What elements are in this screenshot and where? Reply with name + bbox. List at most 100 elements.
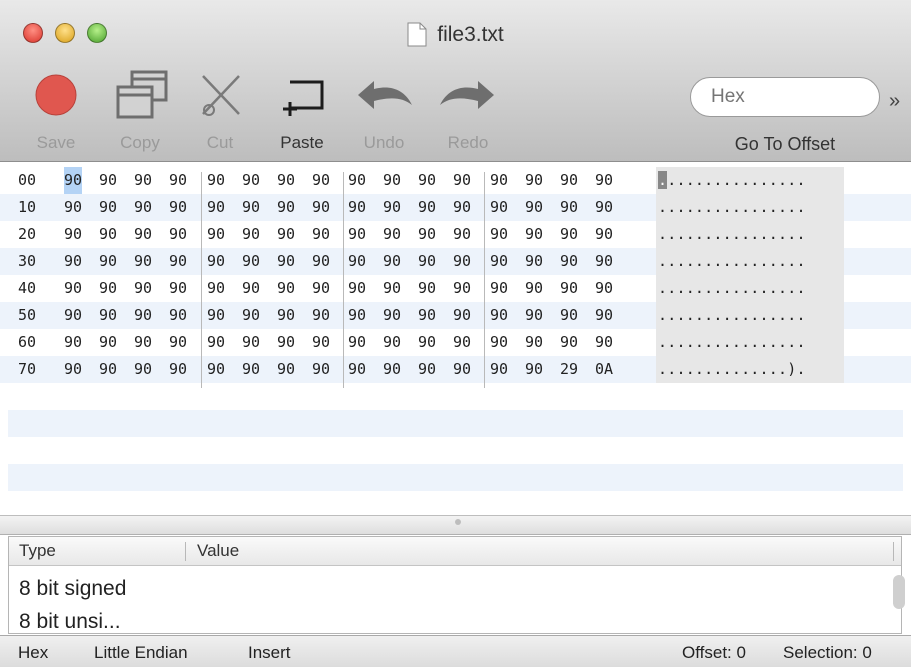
hex-byte[interactable]: 90 bbox=[525, 221, 543, 248]
hex-byte[interactable]: 90 bbox=[169, 248, 187, 275]
hex-byte[interactable]: 90 bbox=[490, 329, 508, 356]
hex-byte[interactable]: 90 bbox=[595, 248, 613, 275]
ascii-column[interactable]: ................ bbox=[656, 275, 844, 302]
hex-byte[interactable]: 90 bbox=[169, 356, 187, 383]
hex-byte[interactable]: 90 bbox=[169, 194, 187, 221]
hex-byte[interactable]: 90 bbox=[277, 356, 295, 383]
inspector-row-8bit-signed[interactable]: 8 bit signed bbox=[19, 577, 126, 601]
hex-byte[interactable]: 90 bbox=[525, 194, 543, 221]
ascii-column[interactable]: ................ bbox=[656, 194, 844, 221]
hex-byte[interactable]: 90 bbox=[99, 356, 117, 383]
hex-byte[interactable]: 90 bbox=[595, 221, 613, 248]
hex-byte[interactable]: 90 bbox=[560, 329, 578, 356]
split-view-divider[interactable] bbox=[0, 515, 911, 535]
hex-byte[interactable]: 90 bbox=[64, 275, 82, 302]
status-insert-mode[interactable]: Insert bbox=[248, 643, 291, 663]
hex-byte[interactable]: 90 bbox=[277, 194, 295, 221]
hex-byte[interactable]: 90 bbox=[64, 248, 82, 275]
hex-byte[interactable]: 90 bbox=[560, 167, 578, 194]
hex-byte[interactable]: 90 bbox=[560, 221, 578, 248]
hex-byte[interactable]: 90 bbox=[134, 329, 152, 356]
hex-byte[interactable]: 90 bbox=[99, 194, 117, 221]
hex-byte[interactable]: 90 bbox=[348, 275, 366, 302]
hex-byte[interactable]: 90 bbox=[525, 302, 543, 329]
hex-byte[interactable]: 90 bbox=[312, 275, 330, 302]
ascii-column[interactable]: ................ bbox=[656, 302, 844, 329]
hex-byte[interactable]: 90 bbox=[560, 194, 578, 221]
hex-byte[interactable]: 90 bbox=[453, 275, 471, 302]
hex-byte[interactable]: 90 bbox=[418, 275, 436, 302]
hex-byte[interactable]: 90 bbox=[277, 302, 295, 329]
hex-byte[interactable]: 90 bbox=[560, 248, 578, 275]
ascii-column[interactable]: ................ bbox=[656, 167, 844, 194]
hex-byte[interactable]: 90 bbox=[207, 329, 225, 356]
hex-byte[interactable]: 90 bbox=[242, 356, 260, 383]
hex-row[interactable]: 70 90 90 90 90 90 90 90 90 90 90 90 90 90 90 29 0A......… bbox=[0, 356, 911, 383]
redo-button[interactable]: Redo bbox=[428, 70, 508, 153]
ascii-column[interactable]: ................ bbox=[656, 329, 844, 356]
hex-byte[interactable]: 90 bbox=[453, 248, 471, 275]
hex-byte[interactable]: 90 bbox=[490, 194, 508, 221]
hex-byte[interactable]: 90 bbox=[595, 302, 613, 329]
hex-byte[interactable]: 90 bbox=[312, 329, 330, 356]
hex-byte[interactable]: 90 bbox=[134, 194, 152, 221]
hex-byte[interactable]: 90 bbox=[595, 329, 613, 356]
hex-byte[interactable]: 90 bbox=[277, 221, 295, 248]
hex-byte[interactable]: 90 bbox=[64, 167, 83, 194]
cut-button[interactable]: Cut bbox=[180, 70, 260, 153]
hex-row[interactable]: 50 90 90 90 90 90 90 90 90 90 90 90 90 90 90 90 90......… bbox=[0, 302, 911, 329]
hex-byte[interactable]: 90 bbox=[348, 329, 366, 356]
hex-row[interactable]: 30 90 90 90 90 90 90 90 90 90 90 90 90 90 90 90 90......… bbox=[0, 248, 911, 275]
hex-byte[interactable]: 90 bbox=[525, 275, 543, 302]
hex-byte[interactable]: 90 bbox=[64, 221, 82, 248]
data-inspector-table[interactable]: Type Value 8 bit signed 8 bit unsi... bbox=[8, 536, 902, 634]
hex-byte[interactable]: 90 bbox=[99, 329, 117, 356]
hex-byte[interactable]: 90 bbox=[207, 302, 225, 329]
hex-byte[interactable]: 90 bbox=[312, 167, 330, 194]
hex-byte[interactable]: 90 bbox=[453, 302, 471, 329]
hex-byte[interactable]: 90 bbox=[169, 329, 187, 356]
hex-byte[interactable]: 90 bbox=[242, 275, 260, 302]
hex-byte[interactable]: 90 bbox=[525, 248, 543, 275]
hex-byte[interactable]: 90 bbox=[207, 194, 225, 221]
hex-byte[interactable]: 90 bbox=[525, 356, 543, 383]
hex-byte[interactable]: 90 bbox=[64, 356, 82, 383]
hex-byte[interactable]: 90 bbox=[348, 194, 366, 221]
hex-byte[interactable]: 90 bbox=[99, 248, 117, 275]
hex-byte[interactable]: 29 bbox=[560, 356, 578, 383]
hex-byte[interactable]: 90 bbox=[490, 248, 508, 275]
hex-byte[interactable]: 90 bbox=[169, 221, 187, 248]
hex-byte[interactable]: 90 bbox=[418, 221, 436, 248]
hex-byte[interactable]: 90 bbox=[418, 248, 436, 275]
hex-byte[interactable]: 90 bbox=[169, 275, 187, 302]
hex-row[interactable]: 40 90 90 90 90 90 90 90 90 90 90 90 90 90 90 90 90......… bbox=[0, 275, 911, 302]
hex-byte[interactable]: 90 bbox=[525, 167, 543, 194]
hex-byte[interactable]: 90 bbox=[453, 221, 471, 248]
hex-byte[interactable]: 90 bbox=[490, 221, 508, 248]
hex-row[interactable]: 10 90 90 90 90 90 90 90 90 90 90 90 90 90 90 90 90......… bbox=[0, 194, 911, 221]
hex-byte[interactable]: 90 bbox=[207, 221, 225, 248]
hex-byte[interactable]: 90 bbox=[525, 329, 543, 356]
hex-byte[interactable]: 90 bbox=[169, 302, 187, 329]
inspector-scrollbar[interactable] bbox=[893, 575, 905, 609]
ascii-column[interactable]: ................ bbox=[656, 221, 844, 248]
column-header-value[interactable]: Value bbox=[197, 541, 239, 561]
hex-byte[interactable]: 90 bbox=[277, 167, 295, 194]
hex-byte[interactable]: 90 bbox=[348, 167, 366, 194]
status-mode[interactable]: Hex bbox=[18, 643, 48, 663]
hex-byte[interactable]: 90 bbox=[383, 167, 401, 194]
hex-byte[interactable]: 90 bbox=[207, 275, 225, 302]
hex-byte[interactable]: 90 bbox=[595, 275, 613, 302]
hex-byte[interactable]: 90 bbox=[99, 302, 117, 329]
hex-byte[interactable]: 90 bbox=[490, 302, 508, 329]
hex-byte[interactable]: 90 bbox=[490, 167, 508, 194]
paste-button[interactable]: Paste bbox=[262, 70, 342, 153]
hex-byte[interactable]: 90 bbox=[242, 302, 260, 329]
hex-byte[interactable]: 90 bbox=[169, 167, 187, 194]
hex-byte[interactable]: 90 bbox=[64, 302, 82, 329]
hex-byte[interactable]: 90 bbox=[134, 275, 152, 302]
hex-byte[interactable]: 90 bbox=[99, 167, 117, 194]
hex-byte[interactable]: 90 bbox=[277, 275, 295, 302]
hex-byte[interactable]: 90 bbox=[277, 329, 295, 356]
hex-row[interactable]: 00 90 90 90 90 90 90 90 90 90 90 90 90 90 90 90 90......… bbox=[0, 167, 911, 194]
